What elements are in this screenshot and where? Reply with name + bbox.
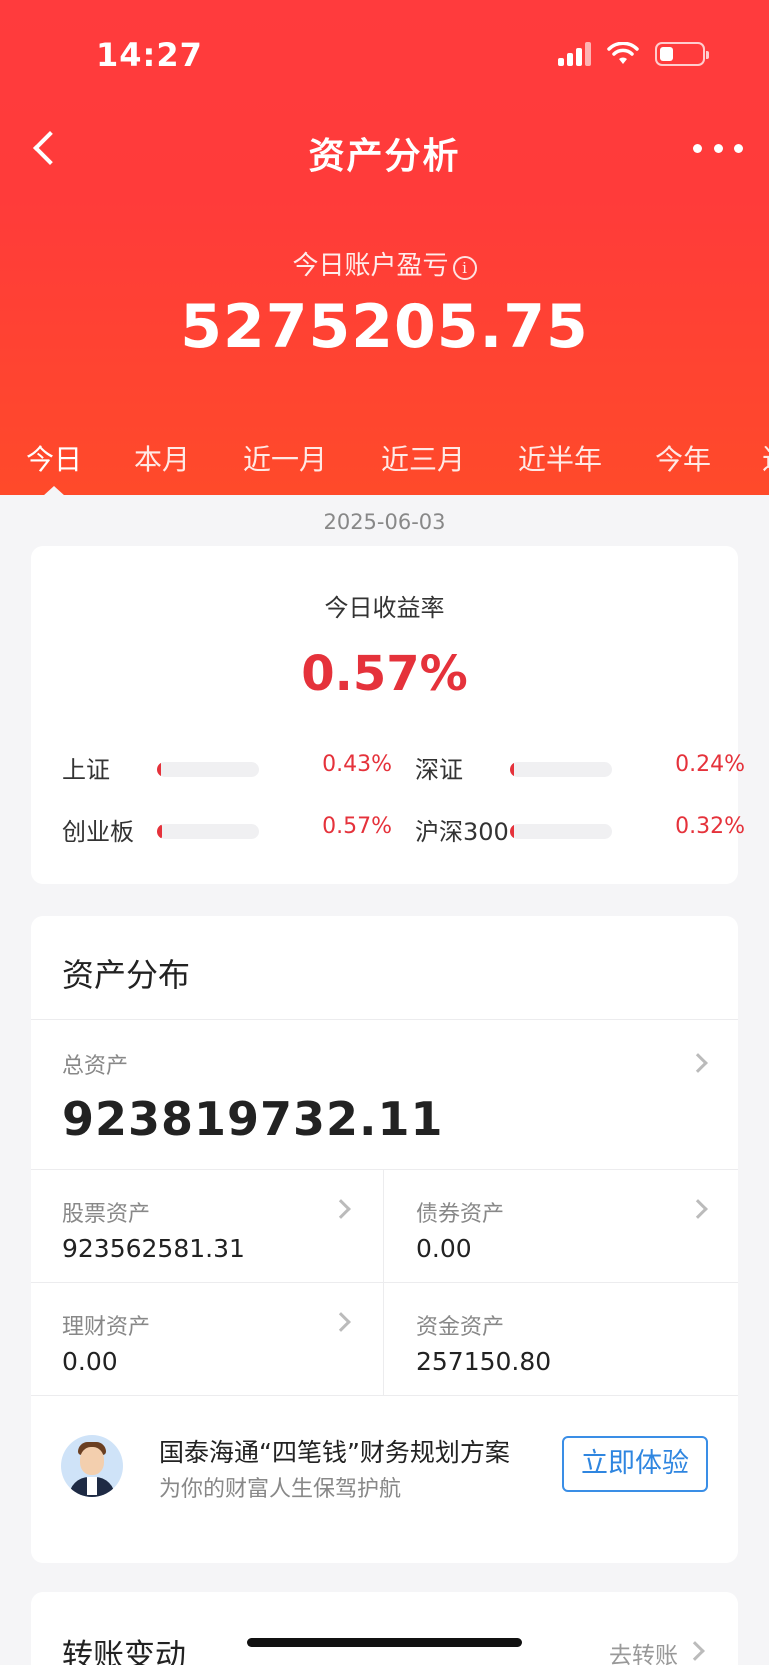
index-value: 0.32%	[675, 814, 745, 839]
index-row: 上证 0.43%	[62, 750, 392, 790]
chevron-right-icon	[688, 1199, 708, 1219]
index-value: 0.43%	[322, 752, 392, 777]
cell-label: 理财资产	[62, 1315, 151, 1340]
index-row: 沪深300 0.32%	[415, 812, 745, 852]
cell-value: 0.00	[416, 1234, 472, 1263]
cell-label: 股票资产	[62, 1202, 151, 1227]
wealth-assets-cell[interactable]: 理财资产 0.00	[31, 1283, 384, 1395]
assets-title: 资产分布	[62, 956, 191, 994]
tab-this-year[interactable]: 今年	[655, 438, 711, 478]
promo-subtitle: 为你的财富人生保驾护航	[159, 1477, 402, 1502]
page-title: 资产分析	[308, 136, 461, 177]
more-menu-button[interactable]	[693, 133, 743, 163]
period-tabs: 今日 本月 近一月 近三月 近半年 今年 近	[0, 438, 769, 495]
total-assets-label: 总资产	[62, 1054, 129, 1079]
total-assets-row[interactable]: 总资产 923819732.11	[31, 1020, 738, 1169]
try-now-button[interactable]: 立即体验	[562, 1436, 708, 1492]
index-row: 深证 0.24%	[415, 750, 745, 790]
active-tab-indicator	[43, 486, 65, 496]
battery-icon	[655, 42, 709, 66]
index-name: 沪深300	[415, 818, 509, 846]
cell-value: 923562581.31	[62, 1234, 245, 1263]
info-icon[interactable]: i	[452, 256, 477, 280]
wifi-icon	[607, 42, 639, 64]
status-icons	[558, 42, 709, 66]
cell-value: 0.00	[62, 1347, 118, 1376]
stock-assets-cell[interactable]: 股票资产 923562581.31	[31, 1170, 384, 1282]
planning-promo: 国泰海通“四笔钱”财务规划方案 为你的财富人生保驾护航 立即体验	[31, 1399, 738, 1539]
tab-last-month[interactable]: 近一月	[243, 438, 327, 478]
index-value: 0.24%	[675, 752, 745, 777]
cell-value: 257150.80	[416, 1347, 552, 1376]
index-bar	[157, 762, 259, 777]
tab-last-half-year[interactable]: 近半年	[518, 438, 602, 478]
transfer-title: 转账变动	[62, 1638, 186, 1665]
divider	[31, 1395, 738, 1396]
index-name: 深证	[415, 756, 463, 784]
signal-icon	[558, 42, 591, 66]
total-assets-value: 923819732.11	[62, 1092, 444, 1146]
status-bar: 14:27	[0, 0, 769, 110]
index-bar	[157, 824, 259, 839]
cell-label: 资金资产	[416, 1315, 505, 1340]
promo-title: 国泰海通“四笔钱”财务规划方案	[159, 1438, 510, 1467]
tab-this-month[interactable]: 本月	[134, 438, 190, 478]
header: 14:27 资产分析 今日账户盈亏 i 5275205.75 今日 本月 近一月 …	[0, 0, 769, 495]
rate-title: 今日收益率	[324, 594, 445, 622]
index-name: 创业板	[62, 818, 134, 846]
chevron-right-icon	[331, 1199, 351, 1219]
tab-more[interactable]: 近	[762, 438, 769, 478]
index-value: 0.57%	[322, 814, 392, 839]
index-name: 上证	[62, 756, 110, 784]
tab-today[interactable]: 今日	[26, 438, 82, 478]
cash-assets-cell: 资金资产 257150.80	[385, 1283, 738, 1395]
pnl-value: 5275205.75	[180, 292, 589, 362]
advisor-avatar	[61, 1435, 123, 1497]
bond-assets-cell[interactable]: 债券资产 0.00	[385, 1170, 738, 1282]
cell-label: 债券资产	[416, 1202, 505, 1227]
home-indicator	[247, 1638, 522, 1647]
chevron-right-icon	[688, 1053, 708, 1073]
asset-distribution-card: 资产分布 总资产 923819732.11 股票资产 923562581.31 …	[31, 916, 738, 1563]
rate-value: 0.57%	[301, 646, 468, 702]
transfer-card: 转账变动 去转账	[31, 1592, 738, 1665]
status-time: 14:27	[96, 36, 203, 74]
divider	[383, 1170, 384, 1395]
chevron-right-icon	[685, 1641, 705, 1661]
tab-last-three-months[interactable]: 近三月	[381, 438, 465, 478]
return-rate-card: 今日收益率 0.57% 上证 0.43% 深证 0.24% 创业板 0.57% …	[31, 546, 745, 884]
pnl-label: 今日账户盈亏	[292, 251, 449, 281]
index-bar	[510, 762, 612, 777]
date-label: 2025-06-03	[323, 510, 446, 534]
index-bar	[510, 824, 612, 839]
go-transfer-link[interactable]: 去转账	[609, 1636, 678, 1665]
nav-bar: 资产分析	[0, 115, 769, 185]
chevron-right-icon	[331, 1312, 351, 1332]
pnl-label-row: 今日账户盈亏 i	[0, 245, 769, 282]
index-row: 创业板 0.57%	[62, 812, 392, 852]
